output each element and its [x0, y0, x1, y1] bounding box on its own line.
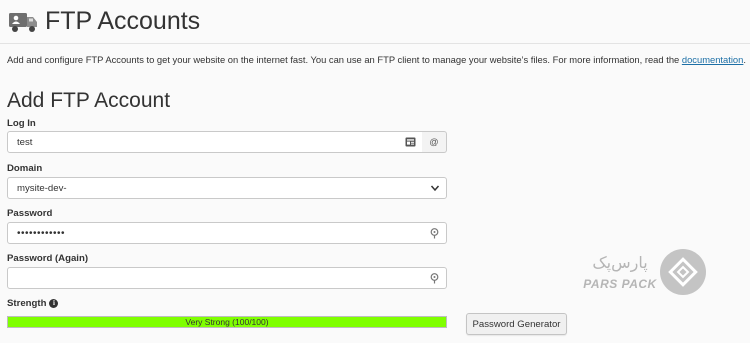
- password-again-input[interactable]: [7, 267, 447, 289]
- strength-row: Strength i: [7, 298, 59, 309]
- domain-value: mysite-dev-: [17, 182, 67, 194]
- description-text: Add and configure FTP Accounts to get yo…: [7, 54, 682, 65]
- password-generator-button[interactable]: Password Generator: [466, 313, 567, 335]
- strength-meter: Very Strong (100/100): [7, 316, 447, 328]
- strength-text: Very Strong (100/100): [185, 317, 269, 327]
- svg-text:PARS PACK: PARS PACK: [583, 277, 657, 291]
- svg-text:پارس‌پک: پارس‌پک: [592, 253, 647, 273]
- strength-label: Strength: [7, 298, 47, 309]
- password-label: Password: [7, 208, 53, 219]
- password-input[interactable]: ••••••••••••: [7, 222, 447, 244]
- description-suffix: .: [743, 54, 746, 65]
- page-description: Add and configure FTP Accounts to get yo…: [7, 54, 747, 65]
- password-value: ••••••••••••: [17, 227, 66, 239]
- documentation-link[interactable]: documentation: [682, 54, 744, 65]
- header-divider: [0, 43, 750, 44]
- login-value: test: [17, 136, 33, 148]
- at-sign-addon: @: [422, 131, 447, 153]
- domain-label: Domain: [7, 163, 43, 174]
- page-header: FTP Accounts: [7, 4, 200, 38]
- page-title: FTP Accounts: [45, 6, 201, 35]
- address-card-icon[interactable]: [404, 136, 416, 148]
- chevron-down-icon: [430, 185, 440, 192]
- info-icon[interactable]: i: [49, 299, 59, 308]
- login-label: Log In: [7, 118, 36, 129]
- key-icon[interactable]: [428, 272, 440, 284]
- ftp-truck-icon: [9, 13, 37, 32]
- parspack-logo: پارس‌پک PARS PACK: [583, 249, 706, 295]
- domain-select[interactable]: mysite-dev-: [7, 177, 447, 199]
- form-title: Add FTP Account: [7, 89, 171, 112]
- key-icon[interactable]: [428, 227, 440, 239]
- login-input[interactable]: test: [7, 131, 423, 153]
- password-again-label: Password (Again): [7, 253, 89, 264]
